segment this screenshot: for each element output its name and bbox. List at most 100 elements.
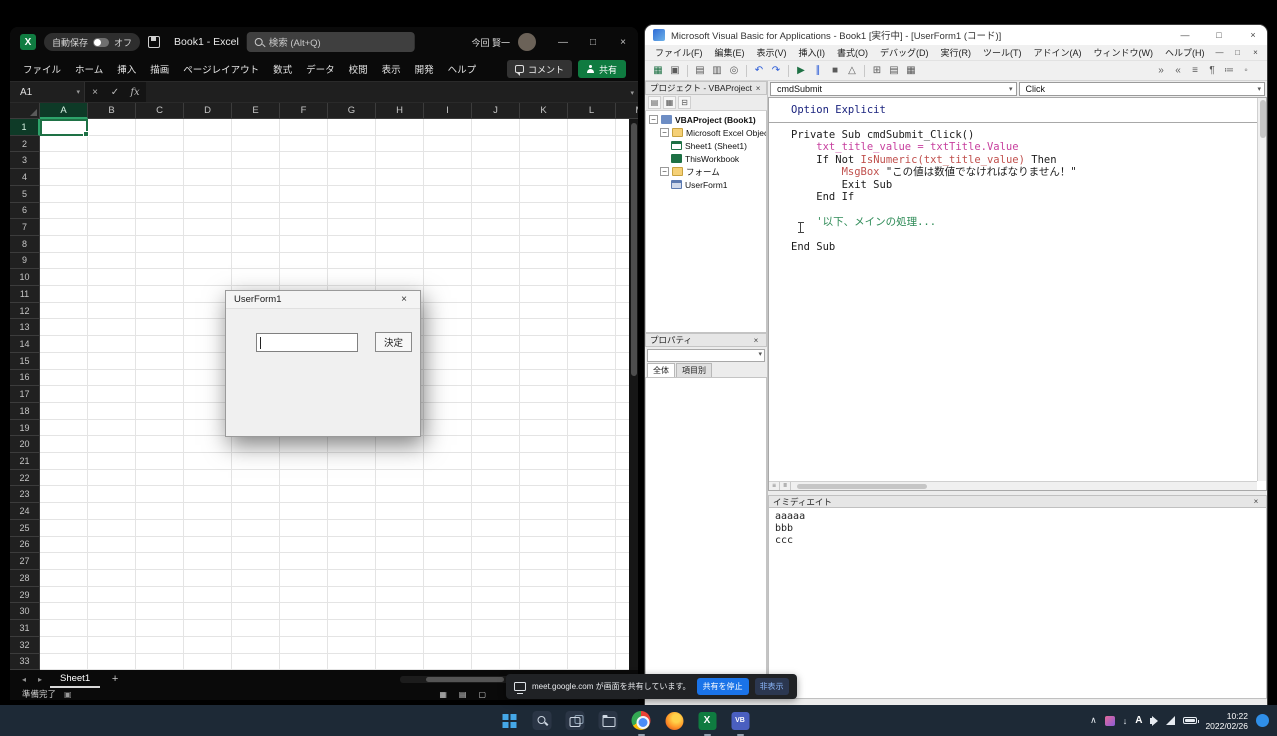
cell-C33[interactable] xyxy=(136,654,184,671)
ribbon-tab-5[interactable]: ページレイアウト xyxy=(176,57,266,81)
cell-E31[interactable] xyxy=(232,620,280,637)
cell-H22[interactable] xyxy=(376,470,424,487)
cell-L10[interactable] xyxy=(568,269,616,286)
run-icon[interactable]: ▶ xyxy=(793,63,809,79)
row-header-3[interactable]: 3 xyxy=(10,152,40,169)
tree-item-6[interactable]: UserForm1 xyxy=(646,178,766,191)
cell-D27[interactable] xyxy=(184,553,232,570)
cell-I21[interactable] xyxy=(424,453,472,470)
cell-D20[interactable] xyxy=(184,436,232,453)
cell-K8[interactable] xyxy=(520,236,568,253)
cell-A29[interactable] xyxy=(40,587,88,604)
cell-E1[interactable] xyxy=(232,119,280,136)
cell-A3[interactable] xyxy=(40,152,88,169)
cell-J8[interactable] xyxy=(472,236,520,253)
view-object-icon[interactable]: ▦ xyxy=(663,96,676,109)
cell-L8[interactable] xyxy=(568,236,616,253)
immediate-lines[interactable]: aaaaabbbccc xyxy=(768,508,1267,699)
cell-E32[interactable] xyxy=(232,637,280,654)
cell-G31[interactable] xyxy=(328,620,376,637)
cell-L15[interactable] xyxy=(568,353,616,370)
cell-J20[interactable] xyxy=(472,436,520,453)
cell-C28[interactable] xyxy=(136,570,184,587)
cell-J15[interactable] xyxy=(472,353,520,370)
cell-E26[interactable] xyxy=(232,537,280,554)
cell-I14[interactable] xyxy=(424,336,472,353)
cell-G6[interactable] xyxy=(328,203,376,220)
cell-I8[interactable] xyxy=(424,236,472,253)
cell-M31[interactable] xyxy=(616,620,629,637)
cell-K20[interactable] xyxy=(520,436,568,453)
cell-M7[interactable] xyxy=(616,219,629,236)
row-header-31[interactable]: 31 xyxy=(10,620,40,637)
code-line-5[interactable]: If Not IsNumeric(txt_title_value) Then xyxy=(791,154,1252,167)
cell-E25[interactable] xyxy=(232,520,280,537)
ribbon-tab-4[interactable]: 描画 xyxy=(143,57,176,81)
row-header-8[interactable]: 8 xyxy=(10,236,40,253)
download-arrow-icon[interactable]: ↓ xyxy=(1123,716,1128,726)
row-header-17[interactable]: 17 xyxy=(10,386,40,403)
cell-E22[interactable] xyxy=(232,470,280,487)
properties-panel-header[interactable]: プロパティ × xyxy=(645,333,767,347)
cell-G25[interactable] xyxy=(328,520,376,537)
properties-tab-2[interactable]: 項目別 xyxy=(676,363,712,377)
cell-M8[interactable] xyxy=(616,236,629,253)
cell-E24[interactable] xyxy=(232,503,280,520)
tray-app-icon[interactable] xyxy=(1105,716,1115,726)
cell-C20[interactable] xyxy=(136,436,184,453)
cell-L4[interactable] xyxy=(568,169,616,186)
immediate-line-2[interactable]: bbb xyxy=(775,523,1260,535)
cell-B16[interactable] xyxy=(88,370,136,387)
start-icon[interactable] xyxy=(496,708,522,734)
comments-button[interactable]: コメント xyxy=(507,60,572,78)
cell-M26[interactable] xyxy=(616,537,629,554)
cell-F4[interactable] xyxy=(280,169,328,186)
cell-F21[interactable] xyxy=(280,453,328,470)
ribbon-tab-7[interactable]: データ xyxy=(299,57,342,81)
cell-C25[interactable] xyxy=(136,520,184,537)
cell-M1[interactable] xyxy=(616,119,629,136)
tree-item-4[interactable]: ThisWorkbook xyxy=(646,152,766,165)
menu-item-7[interactable]: 実行(R) xyxy=(935,46,978,59)
cell-F24[interactable] xyxy=(280,503,328,520)
toggle-folders-icon[interactable]: ⊟ xyxy=(678,96,691,109)
cell-E6[interactable] xyxy=(232,203,280,220)
row-header-20[interactable]: 20 xyxy=(10,436,40,453)
cell-J7[interactable] xyxy=(472,219,520,236)
tree-item-2[interactable]: −Microsoft Excel Objects xyxy=(646,126,766,139)
cell-B17[interactable] xyxy=(88,386,136,403)
cell-F31[interactable] xyxy=(280,620,328,637)
cell-C15[interactable] xyxy=(136,353,184,370)
cell-L1[interactable] xyxy=(568,119,616,136)
cell-C8[interactable] xyxy=(136,236,184,253)
cell-D21[interactable] xyxy=(184,453,232,470)
cell-B11[interactable] xyxy=(88,286,136,303)
cell-J30[interactable] xyxy=(472,603,520,620)
cell-G30[interactable] xyxy=(328,603,376,620)
cell-G29[interactable] xyxy=(328,587,376,604)
row-header-18[interactable]: 18 xyxy=(10,403,40,420)
cell-G3[interactable] xyxy=(328,152,376,169)
cell-H31[interactable] xyxy=(376,620,424,637)
cell-J2[interactable] xyxy=(472,136,520,153)
cell-L20[interactable] xyxy=(568,436,616,453)
row-header-26[interactable]: 26 xyxy=(10,537,40,554)
row-header-23[interactable]: 23 xyxy=(10,486,40,503)
cell-K22[interactable] xyxy=(520,470,568,487)
row-header-19[interactable]: 19 xyxy=(10,420,40,437)
cell-J29[interactable] xyxy=(472,587,520,604)
code-editor[interactable]: Option ExplicitPrivate Sub cmdSubmit_Cli… xyxy=(768,97,1267,491)
cell-C13[interactable] xyxy=(136,319,184,336)
cell-K30[interactable] xyxy=(520,603,568,620)
cell-B4[interactable] xyxy=(88,169,136,186)
cell-J3[interactable] xyxy=(472,152,520,169)
code-horizontal-scrollbar[interactable]: ≡ ≣ xyxy=(769,481,1257,490)
cell-B3[interactable] xyxy=(88,152,136,169)
maximize-button[interactable]: □ xyxy=(1205,25,1233,45)
cell-M14[interactable] xyxy=(616,336,629,353)
cell-D25[interactable] xyxy=(184,520,232,537)
cell-K3[interactable] xyxy=(520,152,568,169)
cell-I10[interactable] xyxy=(424,269,472,286)
code-line-10[interactable]: '以下、メインの処理... xyxy=(791,216,1252,229)
cell-K11[interactable] xyxy=(520,286,568,303)
